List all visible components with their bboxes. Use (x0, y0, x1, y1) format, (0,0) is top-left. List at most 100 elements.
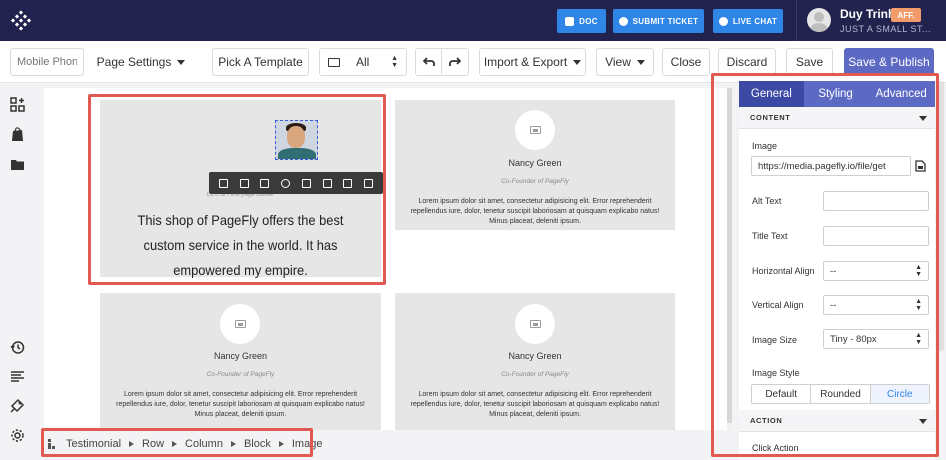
testimonial-text[interactable]: Lorem ipsum dolor sit amet, consectetur … (108, 390, 373, 420)
delete-icon[interactable] (260, 178, 270, 188)
vertical-align-select[interactable]: -- ▲ ▼ (823, 295, 929, 315)
chevron-down-icon (919, 419, 927, 424)
testimonial-name[interactable]: Nancy Green (395, 351, 675, 361)
top-header: DOC SUBMIT TICKET LIVE CHAT Duy Trinh AF… (0, 0, 946, 41)
import-export-label: Import & Export (483, 55, 568, 69)
add-elements-icon[interactable] (10, 97, 25, 112)
save-element-icon[interactable] (322, 178, 332, 188)
move-icon[interactable] (218, 178, 228, 188)
testimonial-role[interactable]: Co-Founder of PageFly (395, 178, 675, 185)
image-style-label: Image Style (752, 368, 800, 378)
redo-button[interactable] (442, 49, 468, 75)
paste-style-icon[interactable] (364, 178, 374, 188)
folder-icon[interactable] (10, 157, 25, 172)
image-url-field[interactable]: https://media.pagefly.io/file/get (751, 156, 911, 176)
redo-icon (449, 57, 461, 66)
image-placeholder[interactable] (515, 110, 555, 150)
image-placeholder[interactable] (515, 304, 555, 344)
live-chat-button[interactable]: LIVE CHAT (713, 9, 783, 33)
user-avatar[interactable] (807, 8, 831, 32)
gear-icon[interactable] (10, 428, 25, 443)
image-style-default[interactable]: Default (752, 385, 812, 403)
history-icon[interactable] (10, 340, 25, 355)
integrations-icon[interactable] (10, 398, 25, 413)
user-name[interactable]: Duy Trinh (840, 7, 895, 21)
page-settings-label: Page Settings (96, 55, 172, 69)
discard-label: Discard (726, 55, 768, 69)
view-filter-select[interactable]: All ▲ ▼ (319, 48, 407, 76)
import-export-dropdown[interactable]: Import & Export (479, 48, 586, 76)
image-picker-icon[interactable] (915, 160, 926, 172)
tab-styling[interactable]: Styling (804, 81, 868, 107)
selected-image[interactable] (275, 120, 318, 160)
edit-icon[interactable] (301, 178, 311, 188)
testimonial-quote[interactable]: This shop of PageFly offers the best cus… (122, 208, 358, 283)
outline-list-icon[interactable] (10, 369, 25, 384)
testimonial-role[interactable]: Co-Founder of PageFly (395, 371, 675, 378)
shopify-icon[interactable] (10, 127, 25, 142)
chevron-right-icon (172, 441, 178, 447)
submit-ticket-button[interactable]: SUBMIT TICKET (613, 9, 704, 33)
title-text-field[interactable] (823, 226, 929, 246)
testimonial-text[interactable]: Lorem ipsum dolor sit amet, consectetur … (403, 390, 667, 420)
pagefly-logo[interactable] (0, 0, 41, 41)
chevron-right-icon (129, 441, 135, 447)
image-placeholder[interactable] (220, 304, 260, 344)
panel-scrollbar[interactable] (938, 81, 944, 351)
page-settings-dropdown[interactable]: Page Settings (94, 48, 188, 76)
image-style-rounded[interactable]: Rounded (811, 385, 871, 403)
tab-advanced[interactable]: Advanced (867, 81, 935, 107)
testimonial-card-selected[interactable]: CEO & Flow page builder This shop of Pag… (100, 100, 383, 278)
pick-template-label: Pick A Template (218, 55, 303, 69)
content-section-header[interactable]: CONTENT (739, 107, 935, 129)
testimonial-name[interactable]: Nancy Green (395, 158, 675, 168)
aff-badge[interactable]: AFF. (891, 8, 921, 22)
image-size-value: Tiny - 80px (830, 333, 877, 345)
tree-icon (48, 439, 58, 449)
testimonial-role[interactable]: Co-Founder of PageFly (100, 371, 381, 378)
canvas-scrollbar[interactable] (727, 88, 732, 430)
action-section-header[interactable]: ACTION (739, 410, 935, 432)
image-icon (234, 320, 246, 328)
chevron-down-icon (573, 59, 582, 65)
view-dropdown[interactable]: View (596, 48, 654, 76)
pick-template-button[interactable]: Pick A Template (212, 48, 309, 76)
testimonial-name[interactable]: Nancy Green (100, 351, 381, 361)
vertical-align-label: Vertical Align (752, 300, 804, 310)
breadcrumb-item[interactable]: Row (142, 438, 164, 450)
testimonial-text[interactable]: Lorem ipsum dolor sit amet, consectetur … (403, 197, 667, 227)
breadcrumb-item[interactable]: Column (185, 438, 223, 450)
image-style-circle[interactable]: Circle (870, 385, 929, 403)
chevron-down-icon (636, 59, 645, 65)
testimonial-card[interactable]: Nancy Green Co-Founder of PageFly Lorem … (100, 293, 381, 430)
save-button[interactable]: Save (786, 48, 833, 76)
breadcrumb-item[interactable]: Testimonial (66, 438, 121, 450)
logo-icon (10, 9, 31, 31)
editor-toolbar: Page Settings Pick A Template All ▲▼ Imp… (0, 41, 946, 83)
view-filter-value: All (356, 55, 370, 69)
breadcrumb-item[interactable]: Image (292, 438, 323, 450)
page-canvas[interactable]: CEO & Flow page builder This shop of Pag… (44, 88, 728, 430)
header-divider (796, 0, 797, 41)
alt-text-field[interactable] (823, 191, 929, 211)
store-name[interactable]: JUST A SMALL ST... (840, 24, 931, 34)
click-action-label: Click Action (752, 443, 799, 453)
image-size-select[interactable]: Tiny - 80px ▲ ▼ (823, 329, 929, 349)
testimonial-card[interactable]: Nancy Green Co-Founder of PageFly Lorem … (395, 100, 675, 230)
device-input[interactable] (10, 48, 84, 76)
duplicate-icon[interactable] (239, 178, 249, 188)
lock-icon[interactable] (281, 178, 291, 188)
testimonial-card[interactable]: Nancy Green Co-Founder of PageFly Lorem … (395, 293, 675, 430)
doc-button[interactable]: DOC (557, 9, 606, 33)
undo-button[interactable] (416, 49, 442, 75)
copy-style-icon[interactable] (343, 178, 353, 188)
breadcrumb-item[interactable]: Block (244, 438, 271, 450)
discard-button[interactable]: Discard (718, 48, 776, 76)
undo-icon (422, 57, 435, 66)
save-publish-button[interactable]: Save & Publish (844, 48, 934, 76)
horizontal-align-select[interactable]: -- ▲ ▼ (823, 261, 929, 281)
tab-general[interactable]: General (739, 81, 804, 107)
image-size-label: Image Size (752, 335, 798, 345)
close-button[interactable]: Close (662, 48, 710, 76)
content-header-label: CONTENT (750, 113, 791, 122)
